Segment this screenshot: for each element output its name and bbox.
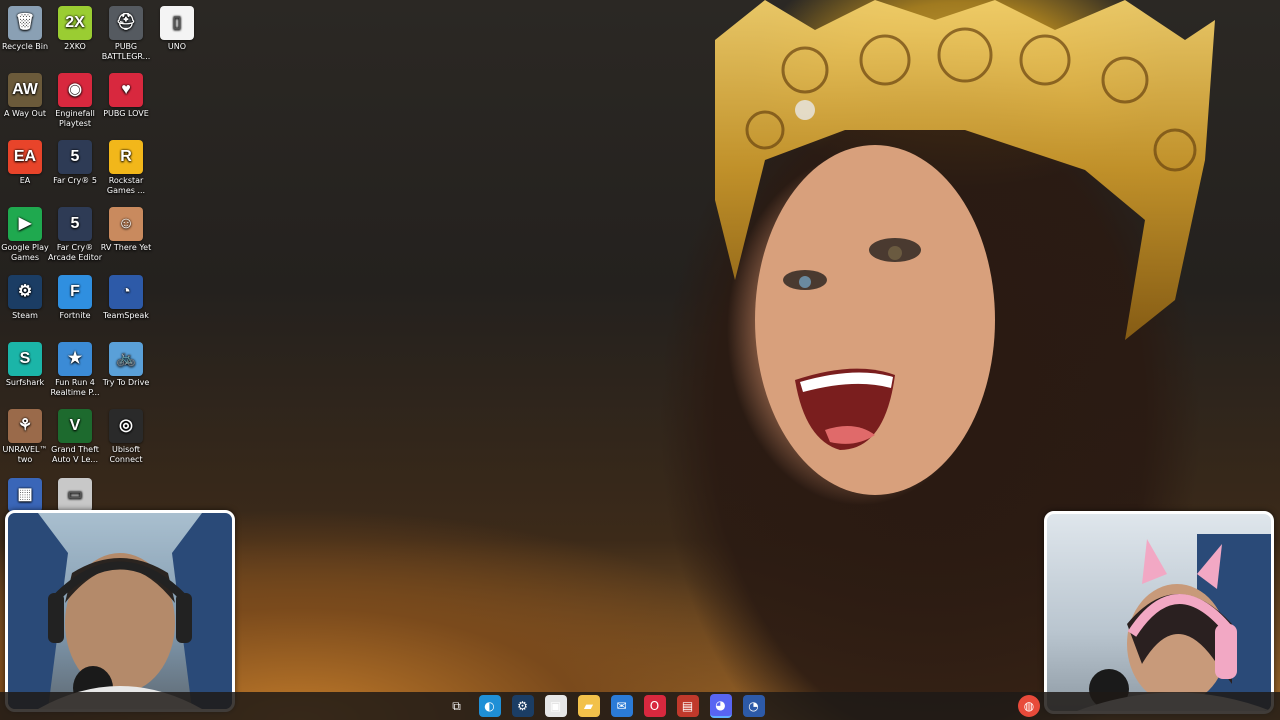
system-tray: ◍ [1018,695,1040,717]
fortnite-icon: F [58,275,92,309]
taskbar-apps: ⧉ ◐ ⚙ ▣ ▰ ✉ O ▤ ◕ ◔ [446,694,765,718]
desktop-shortcut-label: PUBG LOVE [103,109,149,118]
taskview-icon[interactable]: ⧉ [446,695,468,717]
desktop-screen: 🗑 Recycle Bin 2X 2XKO ⛑ PUBG BATTLEGR... ▯ UNO A… [0,0,1280,720]
desktop-shortcut[interactable]: ▯ UNO [147,6,207,52]
webcam-left [5,510,235,712]
desktop-shortcut[interactable]: ☺ RV There Yet [96,207,156,253]
a-way-out-icon: AW [8,73,42,107]
teamspeak-icon: ◔ [109,275,143,309]
surfshark-icon: S [8,342,42,376]
chrome-icon[interactable]: ◍ [1018,695,1040,717]
webcam-left-person [8,513,232,709]
wallpaper-face [755,145,995,495]
gta-v-icon: V [58,409,92,443]
desktop-shortcut-label: RV There Yet [100,243,152,252]
ubisoft-icon: ◎ [109,409,143,443]
fun-run-icon: ★ [58,342,92,376]
edge-icon[interactable]: ◐ [478,695,501,717]
rockstar-icon: R [109,140,143,174]
taskbar: ⧉ ◐ ⚙ ▣ ▰ ✉ O ▤ ◕ ◔ ◍ [0,692,1280,720]
opera-icon[interactable]: O [643,695,666,717]
app-banner-icon[interactable]: ▤ [676,695,699,717]
ea-icon: EA [8,140,42,174]
mail-icon[interactable]: ✉ [610,695,633,717]
partial-icon-2: ▭ [58,478,92,512]
desktop-shortcut[interactable]: ▭ [45,478,105,514]
webcam-right-person [1077,534,1271,711]
steam-taskbar-icon[interactable]: ⚙ [511,695,534,717]
teamspeak-taskbar-icon[interactable]: ◔ [742,695,765,717]
desktop-shortcut[interactable]: ♥ PUBG LOVE [96,73,156,119]
file-explorer-icon[interactable]: ▰ [577,695,600,717]
desktop-shortcut-label: Try To Drive [102,378,150,387]
desktop-shortcut-label: Rockstar Games ... [106,176,146,195]
enginefall-icon: ◉ [58,73,92,107]
partial-icon-1: ▦ [8,478,42,512]
desktop-shortcut-label: UNO [167,42,187,51]
desktop-shortcut-label: TeamSpeak [103,311,149,320]
try-to-drive-icon: 🚲 [109,342,143,376]
webcam-right [1044,511,1274,714]
file-icon: ▯ [160,6,194,40]
desktop-shortcut[interactable]: ◎ Ubisoft Connect [96,409,156,465]
desktop-shortcut-label: Ubisoft Connect [109,445,143,464]
store-icon[interactable]: ▣ [544,695,567,717]
pubg-love-icon: ♥ [109,73,143,107]
discord-icon[interactable]: ◕ [709,694,732,718]
unravel-icon: ⚘ [8,409,42,443]
recycle-bin-icon: 🗑 [8,6,42,40]
far-cry-5-icon: 5 [58,140,92,174]
google-play-games-icon: ▶ [8,207,42,241]
pubg-helmet-icon: ⛑ [109,6,143,40]
desktop-shortcut[interactable]: ◔ TeamSpeak [96,275,156,321]
desktop-shortcut[interactable]: 🚲 Try To Drive [96,342,156,388]
steam-icon: ⚙ [8,275,42,309]
desktop-shortcut[interactable]: R Rockstar Games ... [96,140,156,196]
far-cry-arcade-icon: 5 [58,207,92,241]
rv-there-yet-icon: ☺ [109,207,143,241]
2xko-icon: 2X [58,6,92,40]
